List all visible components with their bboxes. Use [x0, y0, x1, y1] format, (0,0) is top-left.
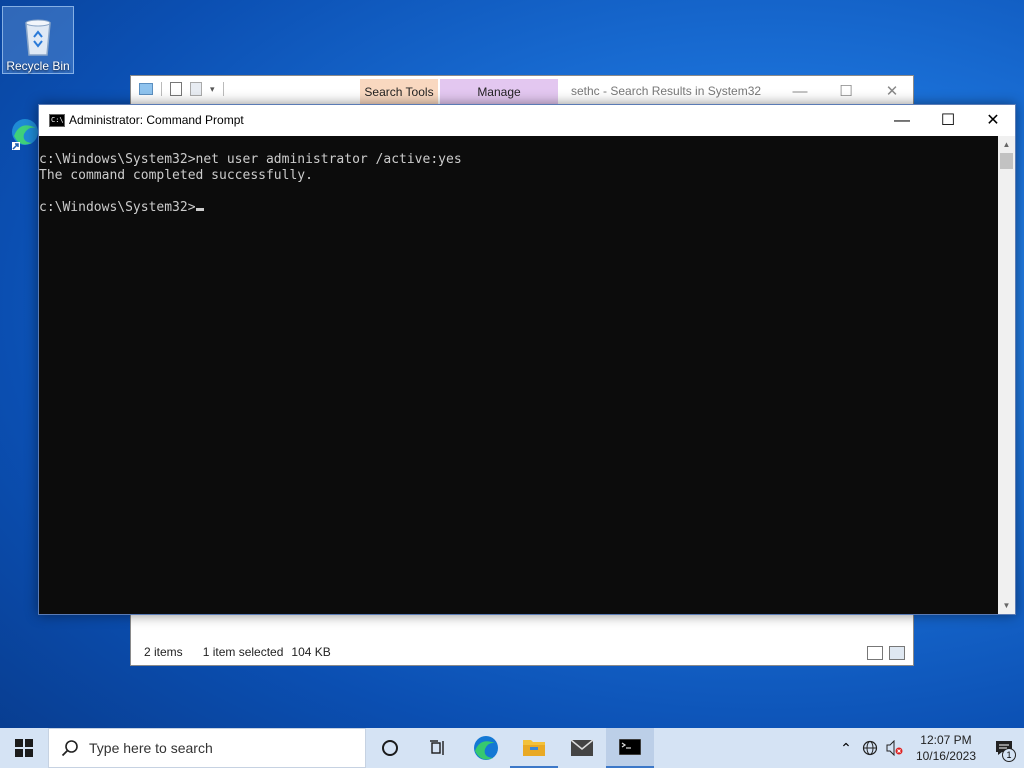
cmd-app-icon[interactable]: C:\: [49, 114, 65, 127]
window-title: sethc - Search Results in System32: [571, 84, 762, 98]
view-switcher: [867, 646, 905, 660]
edge-shortcut-icon: [10, 116, 40, 152]
taskbar-command-prompt[interactable]: [606, 728, 654, 768]
mail-icon: [570, 739, 594, 756]
system-tray: ⌃ 12:07 PM 10/16/2023 1: [834, 728, 1024, 768]
file-explorer-icon: [523, 740, 545, 756]
start-button[interactable]: [0, 728, 48, 768]
large-icons-view-icon[interactable]: [889, 646, 905, 660]
console-line: c:\Windows\System32>net user administrat…: [39, 152, 462, 167]
maximize-button[interactable]: ☐: [925, 105, 971, 136]
desktop-icon-label: Recycle Bin: [6, 59, 70, 73]
volume-muted-icon[interactable]: [882, 740, 908, 756]
taskbar-clock[interactable]: 12:07 PM 10/16/2023: [908, 732, 984, 764]
selection-status: 1 item selected: [202, 645, 284, 659]
status-bar: 2 items 1 item selected 104 KB: [131, 639, 913, 665]
network-icon[interactable]: [858, 740, 882, 756]
taskbar-search-box[interactable]: Type here to search: [48, 728, 366, 768]
desktop-icon-recycle-bin[interactable]: Recycle Bin: [2, 6, 74, 74]
task-view-icon: [430, 740, 444, 755]
properties-icon[interactable]: [170, 82, 182, 96]
chevron-down-icon[interactable]: ▾: [210, 84, 215, 95]
folder-icon[interactable]: [139, 83, 153, 95]
tab-manage[interactable]: Manage: [440, 79, 558, 106]
new-folder-icon[interactable]: [190, 82, 202, 96]
taskbar-mail[interactable]: [558, 728, 606, 768]
clock-time: 12:07 PM: [920, 733, 972, 747]
close-button[interactable]: ✕: [970, 105, 1016, 136]
tab-search-tools[interactable]: Search Tools: [360, 79, 438, 106]
recycle-bin-icon: [18, 13, 58, 57]
console-prompt-line: c:\Windows\System32>: [39, 200, 998, 216]
scrollbar-thumb[interactable]: [1000, 153, 1013, 169]
divider: [161, 82, 162, 96]
minimize-button[interactable]: —: [777, 80, 823, 104]
task-view-button[interactable]: [366, 728, 414, 768]
edge-icon: [474, 736, 498, 760]
action-center-button[interactable]: 1: [984, 728, 1024, 768]
quick-access-toolbar: ▾: [139, 82, 224, 96]
windows-logo-icon: [15, 739, 33, 757]
maximize-button[interactable]: ☐: [823, 80, 869, 104]
taskbar-edge[interactable]: [462, 728, 510, 768]
window-title: Administrator: Command Prompt: [69, 113, 244, 127]
console-line: The command completed successfully.: [39, 168, 313, 183]
command-prompt-icon: [619, 739, 641, 755]
minimize-button[interactable]: —: [879, 105, 925, 136]
scroll-up-icon[interactable]: ▲: [998, 136, 1015, 153]
search-icon: [61, 740, 78, 757]
close-button[interactable]: ✕: [869, 80, 915, 104]
explorer-titlebar[interactable]: ▾ Search Tools Manage sethc - Search Res…: [131, 76, 913, 106]
cortana-icon: [382, 740, 398, 756]
text-cursor: [195, 208, 204, 211]
details-view-icon[interactable]: [867, 646, 883, 660]
clock-date: 10/16/2023: [915, 749, 976, 763]
task-view-button[interactable]: [414, 728, 462, 768]
selection-size: 104 KB: [291, 645, 331, 659]
desktop-icon-edge[interactable]: [0, 112, 40, 152]
command-prompt-window[interactable]: C:\ Administrator: Command Prompt — ☐ ✕ …: [38, 104, 1016, 615]
scroll-down-icon[interactable]: ▼: [998, 597, 1015, 614]
taskbar: Type here to search ⌃ 12:07 PM 10/16/202…: [0, 728, 1024, 768]
item-count: 2 items: [144, 645, 183, 659]
console-prompt: c:\Windows\System32>: [39, 200, 196, 215]
console-output[interactable]: c:\Windows\System32>net user administrat…: [39, 136, 998, 614]
taskbar-file-explorer[interactable]: [510, 728, 558, 768]
vertical-scrollbar[interactable]: ▲ ▼: [998, 136, 1015, 614]
notification-badge: 1: [1002, 748, 1016, 762]
chevron-up-icon[interactable]: ⌃: [834, 740, 858, 757]
cmd-titlebar[interactable]: C:\ Administrator: Command Prompt — ☐ ✕: [39, 105, 1015, 136]
search-placeholder: Type here to search: [89, 740, 213, 756]
divider: [222, 82, 224, 96]
